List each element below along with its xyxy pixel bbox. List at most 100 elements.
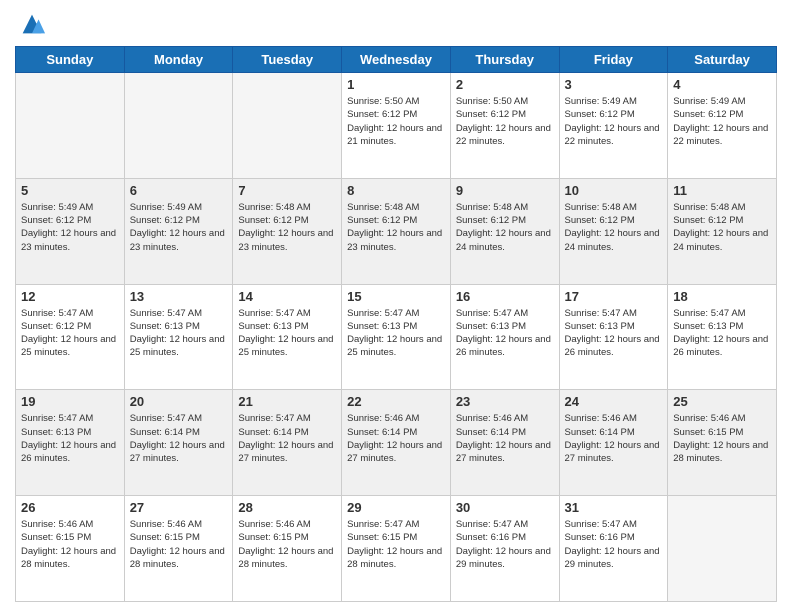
day-info: Sunrise: 5:48 AM Sunset: 6:12 PM Dayligh… bbox=[673, 201, 771, 254]
calendar-day-cell: 27 Sunrise: 5:46 AM Sunset: 6:15 PM Dayli… bbox=[124, 496, 233, 602]
calendar-week-row: 1 Sunrise: 5:50 AM Sunset: 6:12 PM Daylig… bbox=[16, 73, 777, 179]
header bbox=[15, 10, 777, 38]
day-info: Sunrise: 5:48 AM Sunset: 6:12 PM Dayligh… bbox=[456, 201, 554, 254]
day-info: Sunrise: 5:47 AM Sunset: 6:16 PM Dayligh… bbox=[456, 518, 554, 571]
calendar-day-cell: 30 Sunrise: 5:47 AM Sunset: 6:16 PM Dayli… bbox=[450, 496, 559, 602]
day-number: 19 bbox=[21, 394, 119, 409]
day-info: Sunrise: 5:49 AM Sunset: 6:12 PM Dayligh… bbox=[565, 95, 663, 148]
day-info: Sunrise: 5:50 AM Sunset: 6:12 PM Dayligh… bbox=[347, 95, 445, 148]
calendar-day-cell bbox=[668, 496, 777, 602]
day-number: 14 bbox=[238, 289, 336, 304]
calendar-day-header: Monday bbox=[124, 47, 233, 73]
day-info: Sunrise: 5:47 AM Sunset: 6:13 PM Dayligh… bbox=[456, 307, 554, 360]
calendar-day-header: Wednesday bbox=[342, 47, 451, 73]
calendar-day-cell: 29 Sunrise: 5:47 AM Sunset: 6:15 PM Dayli… bbox=[342, 496, 451, 602]
calendar-day-header: Sunday bbox=[16, 47, 125, 73]
day-info: Sunrise: 5:47 AM Sunset: 6:13 PM Dayligh… bbox=[21, 412, 119, 465]
day-number: 3 bbox=[565, 77, 663, 92]
calendar-day-cell: 21 Sunrise: 5:47 AM Sunset: 6:14 PM Dayli… bbox=[233, 390, 342, 496]
day-info: Sunrise: 5:47 AM Sunset: 6:16 PM Dayligh… bbox=[565, 518, 663, 571]
calendar-day-cell: 10Sunrise: 5:48 AM Sunset: 6:12 PM Dayli… bbox=[559, 178, 668, 284]
calendar-day-cell: 17 Sunrise: 5:47 AM Sunset: 6:13 PM Dayli… bbox=[559, 284, 668, 390]
day-number: 1 bbox=[347, 77, 445, 92]
day-info: Sunrise: 5:48 AM Sunset: 6:12 PM Dayligh… bbox=[565, 201, 663, 254]
calendar-week-row: 5 Sunrise: 5:49 AM Sunset: 6:12 PM Daylig… bbox=[16, 178, 777, 284]
calendar-day-cell: 8 Sunrise: 5:48 AM Sunset: 6:12 PM Daylig… bbox=[342, 178, 451, 284]
day-number: 30 bbox=[456, 500, 554, 515]
logo-icon bbox=[18, 10, 46, 38]
day-number: 15 bbox=[347, 289, 445, 304]
day-info: Sunrise: 5:46 AM Sunset: 6:15 PM Dayligh… bbox=[21, 518, 119, 571]
calendar-day-cell: 15Sunrise: 5:47 AM Sunset: 6:13 PM Dayli… bbox=[342, 284, 451, 390]
day-info: Sunrise: 5:48 AM Sunset: 6:12 PM Dayligh… bbox=[238, 201, 336, 254]
day-info: Sunrise: 5:47 AM Sunset: 6:14 PM Dayligh… bbox=[238, 412, 336, 465]
calendar-table: SundayMondayTuesdayWednesdayThursdayFrid… bbox=[15, 46, 777, 602]
day-info: Sunrise: 5:48 AM Sunset: 6:12 PM Dayligh… bbox=[347, 201, 445, 254]
day-info: Sunrise: 5:46 AM Sunset: 6:15 PM Dayligh… bbox=[238, 518, 336, 571]
calendar-day-cell: 18 Sunrise: 5:47 AM Sunset: 6:13 PM Dayli… bbox=[668, 284, 777, 390]
day-info: Sunrise: 5:46 AM Sunset: 6:15 PM Dayligh… bbox=[673, 412, 771, 465]
calendar-day-cell bbox=[16, 73, 125, 179]
calendar-day-cell: 14 Sunrise: 5:47 AM Sunset: 6:13 PM Dayli… bbox=[233, 284, 342, 390]
day-number: 17 bbox=[565, 289, 663, 304]
day-number: 12 bbox=[21, 289, 119, 304]
calendar-day-cell: 7Sunrise: 5:48 AM Sunset: 6:12 PM Daylig… bbox=[233, 178, 342, 284]
calendar-day-header: Friday bbox=[559, 47, 668, 73]
calendar-day-cell: 31 Sunrise: 5:47 AM Sunset: 6:16 PM Dayli… bbox=[559, 496, 668, 602]
day-info: Sunrise: 5:47 AM Sunset: 6:14 PM Dayligh… bbox=[130, 412, 228, 465]
day-number: 26 bbox=[21, 500, 119, 515]
calendar-day-cell: 23Sunrise: 5:46 AM Sunset: 6:14 PM Dayli… bbox=[450, 390, 559, 496]
day-number: 20 bbox=[130, 394, 228, 409]
calendar-day-cell bbox=[233, 73, 342, 179]
calendar-day-cell: 11 Sunrise: 5:48 AM Sunset: 6:12 PM Dayli… bbox=[668, 178, 777, 284]
day-info: Sunrise: 5:47 AM Sunset: 6:13 PM Dayligh… bbox=[565, 307, 663, 360]
calendar-week-row: 19 Sunrise: 5:47 AM Sunset: 6:13 PM Dayli… bbox=[16, 390, 777, 496]
calendar-day-cell: 13 Sunrise: 5:47 AM Sunset: 6:13 PM Dayli… bbox=[124, 284, 233, 390]
calendar-day-cell: 9 Sunrise: 5:48 AM Sunset: 6:12 PM Daylig… bbox=[450, 178, 559, 284]
calendar-day-cell: 4 Sunrise: 5:49 AM Sunset: 6:12 PM Daylig… bbox=[668, 73, 777, 179]
calendar-day-cell bbox=[124, 73, 233, 179]
day-number: 8 bbox=[347, 183, 445, 198]
calendar-day-header: Tuesday bbox=[233, 47, 342, 73]
logo bbox=[15, 10, 46, 38]
day-number: 21 bbox=[238, 394, 336, 409]
day-number: 31 bbox=[565, 500, 663, 515]
calendar-day-cell: 22 Sunrise: 5:46 AM Sunset: 6:14 PM Dayli… bbox=[342, 390, 451, 496]
day-number: 2 bbox=[456, 77, 554, 92]
calendar-day-cell: 12 Sunrise: 5:47 AM Sunset: 6:12 PM Dayli… bbox=[16, 284, 125, 390]
calendar-day-cell: 6Sunrise: 5:49 AM Sunset: 6:12 PM Daylig… bbox=[124, 178, 233, 284]
day-number: 27 bbox=[130, 500, 228, 515]
day-number: 13 bbox=[130, 289, 228, 304]
calendar-day-cell: 20 Sunrise: 5:47 AM Sunset: 6:14 PM Dayli… bbox=[124, 390, 233, 496]
day-number: 23 bbox=[456, 394, 554, 409]
day-info: Sunrise: 5:47 AM Sunset: 6:13 PM Dayligh… bbox=[130, 307, 228, 360]
calendar-day-header: Saturday bbox=[668, 47, 777, 73]
day-number: 9 bbox=[456, 183, 554, 198]
day-number: 28 bbox=[238, 500, 336, 515]
calendar-day-header: Thursday bbox=[450, 47, 559, 73]
day-info: Sunrise: 5:46 AM Sunset: 6:14 PM Dayligh… bbox=[347, 412, 445, 465]
calendar-day-cell: 1 Sunrise: 5:50 AM Sunset: 6:12 PM Daylig… bbox=[342, 73, 451, 179]
day-number: 18 bbox=[673, 289, 771, 304]
day-info: Sunrise: 5:46 AM Sunset: 6:14 PM Dayligh… bbox=[565, 412, 663, 465]
day-info: Sunrise: 5:49 AM Sunset: 6:12 PM Dayligh… bbox=[21, 201, 119, 254]
calendar-day-cell: 28 Sunrise: 5:46 AM Sunset: 6:15 PM Dayli… bbox=[233, 496, 342, 602]
day-number: 4 bbox=[673, 77, 771, 92]
day-number: 5 bbox=[21, 183, 119, 198]
day-number: 11 bbox=[673, 183, 771, 198]
page: SundayMondayTuesdayWednesdayThursdayFrid… bbox=[0, 0, 792, 612]
day-number: 25 bbox=[673, 394, 771, 409]
day-info: Sunrise: 5:47 AM Sunset: 6:13 PM Dayligh… bbox=[673, 307, 771, 360]
day-info: Sunrise: 5:49 AM Sunset: 6:12 PM Dayligh… bbox=[673, 95, 771, 148]
day-number: 22 bbox=[347, 394, 445, 409]
calendar-day-cell: 16Sunrise: 5:47 AM Sunset: 6:13 PM Dayli… bbox=[450, 284, 559, 390]
calendar-week-row: 12 Sunrise: 5:47 AM Sunset: 6:12 PM Dayli… bbox=[16, 284, 777, 390]
day-info: Sunrise: 5:47 AM Sunset: 6:15 PM Dayligh… bbox=[347, 518, 445, 571]
calendar-day-cell: 2Sunrise: 5:50 AM Sunset: 6:12 PM Daylig… bbox=[450, 73, 559, 179]
day-info: Sunrise: 5:46 AM Sunset: 6:15 PM Dayligh… bbox=[130, 518, 228, 571]
day-info: Sunrise: 5:47 AM Sunset: 6:12 PM Dayligh… bbox=[21, 307, 119, 360]
day-info: Sunrise: 5:47 AM Sunset: 6:13 PM Dayligh… bbox=[238, 307, 336, 360]
day-number: 6 bbox=[130, 183, 228, 198]
day-number: 29 bbox=[347, 500, 445, 515]
calendar-day-cell: 26 Sunrise: 5:46 AM Sunset: 6:15 PM Dayli… bbox=[16, 496, 125, 602]
